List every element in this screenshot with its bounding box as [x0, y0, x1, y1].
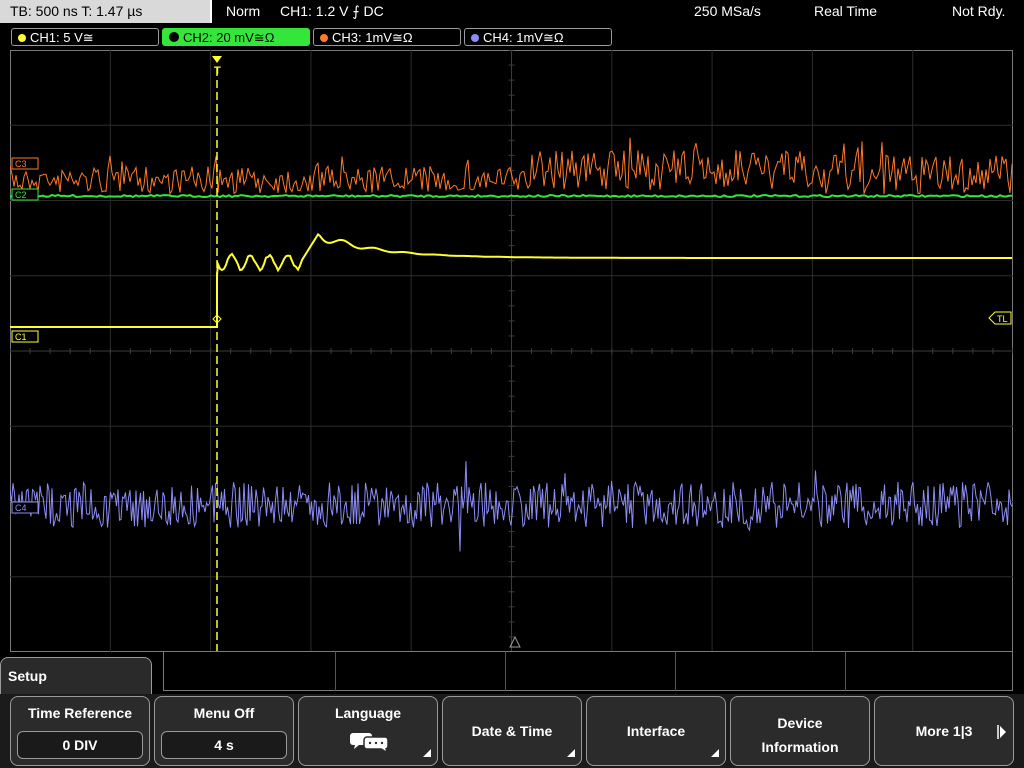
graticule [10, 50, 1013, 652]
ch3-offset-marker[interactable]: C3 [11, 157, 39, 170]
strip-divider [845, 651, 846, 691]
trigger-marker-label: T [214, 65, 221, 77]
ch1-marker-label: C1 [15, 332, 27, 342]
waveform-canvas: T TL C1 C3 C2 C4 [10, 50, 1013, 652]
softkey-title: Date & Time [471, 723, 553, 739]
ch1-label: CH1: 5 V≅ [30, 30, 94, 45]
time-reference-value[interactable]: 0 DIV [17, 731, 143, 759]
strip-divider [505, 651, 506, 691]
softkey-title: Interface [626, 723, 686, 739]
more-softkey[interactable]: More 1|3 [874, 696, 1014, 766]
ch2-label: CH2: 20 mV≅Ω [183, 30, 275, 45]
softkey-title: More 1|3 [915, 723, 973, 739]
acquisition-mode[interactable]: Real Time [814, 0, 877, 23]
ch3-color-dot [320, 34, 328, 42]
interface-softkey[interactable]: Interface [586, 696, 726, 766]
trigger-mode[interactable]: Norm [226, 0, 260, 23]
trigger-level-marker[interactable]: TL [988, 311, 1012, 325]
status-bar: TB: 500 ns T: 1.47 µs Norm CH1: 1.2 V ⨍ … [0, 0, 1024, 25]
ch4-marker-label: C4 [15, 503, 27, 513]
channel-tab-ch1[interactable]: CH1: 5 V≅ [11, 28, 159, 46]
language-softkey[interactable]: Language [298, 696, 438, 766]
acquisition-status: Not Rdy. [952, 3, 1006, 19]
date-time-softkey[interactable]: Date & Time [442, 696, 582, 766]
softkey-title: Menu Off [193, 705, 255, 721]
softkey-info-strip [163, 651, 1013, 691]
ch3-label: CH3: 1mV≅Ω [332, 30, 413, 45]
time-reference-softkey[interactable]: Time Reference 0 DIV [10, 696, 150, 766]
submenu-indicator-icon [711, 749, 719, 757]
ch2-marker-label: C2 [15, 190, 27, 200]
trigger-position-icon[interactable] [212, 56, 222, 63]
ch1-offset-marker[interactable]: C1 [11, 330, 39, 343]
strip-divider [335, 651, 336, 691]
ch4-offset-marker[interactable]: C4 [11, 501, 39, 514]
speech-bubble-icon [350, 733, 389, 751]
strip-divider [675, 651, 676, 691]
ch2-color-dot [169, 32, 179, 42]
menu-off-value[interactable]: 4 s [161, 731, 287, 759]
channel-tab-ch2[interactable]: CH2: 20 mV≅Ω [162, 28, 310, 46]
menu-title: Setup [8, 668, 47, 684]
ch4-color-dot [471, 34, 479, 42]
device-information-softkey[interactable]: Device Information [730, 696, 870, 766]
ch3-marker-label: C3 [15, 159, 27, 169]
chevron-right-icon [997, 725, 1006, 739]
channel-tab-ch3[interactable]: CH3: 1mV≅Ω [313, 28, 461, 46]
trigger-info[interactable]: CH1: 1.2 V ⨍ DC [280, 0, 384, 23]
submenu-indicator-icon [567, 749, 575, 757]
submenu-indicator-icon [423, 749, 431, 757]
trigger-level-label: TL [997, 314, 1008, 324]
ch2-offset-marker[interactable]: C2 [11, 188, 39, 201]
softkey-title: Device Information [761, 715, 839, 755]
menu-off-softkey[interactable]: Menu Off 4 s [154, 696, 294, 766]
ch4-label: CH4: 1mV≅Ω [483, 30, 564, 45]
channel-tab-ch4[interactable]: CH4: 1mV≅Ω [464, 28, 612, 46]
ch1-color-dot [18, 34, 26, 42]
sample-rate: 250 MSa/s [694, 3, 761, 19]
timebase-readout[interactable]: TB: 500 ns T: 1.47 µs [0, 0, 212, 23]
softkey-title: Time Reference [27, 705, 132, 721]
softkey-title: Language [334, 705, 402, 721]
